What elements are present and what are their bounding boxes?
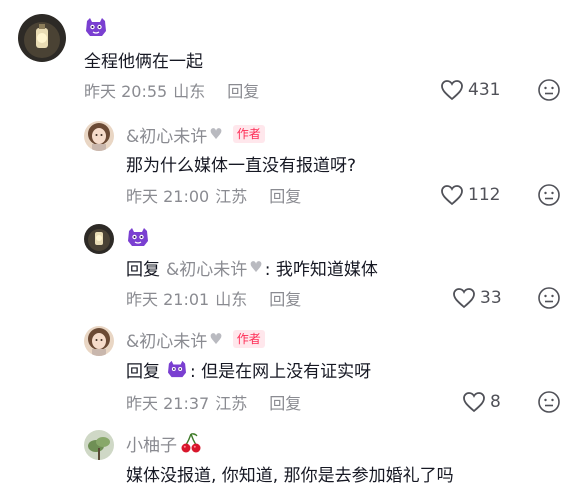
- avatar[interactable]: [84, 224, 114, 254]
- reply-body: : 我咋知道媒体: [264, 259, 378, 280]
- lamp-avatar-image: [84, 224, 114, 254]
- location: 山东: [173, 82, 206, 101]
- comment-text: 回复 : 但是在网上没有证实呀: [126, 356, 371, 382]
- reply-item: &初心未许 ♥ 作者 那为什么媒体一直没有报道呀? 昨天 21:00 江苏 回复…: [0, 115, 576, 218]
- like-button[interactable]: 33: [452, 284, 502, 312]
- timestamp: 昨天 21:37: [126, 394, 210, 413]
- heart-badge-icon: ♥: [209, 125, 223, 143]
- username-row: &初心未许 ♥ 作者: [126, 326, 265, 352]
- location: 山东: [215, 290, 248, 309]
- reply-item: 回复 &初心未许 ♥ : 我咋知道媒体 昨天 21:01 山东 回复 33: [0, 218, 576, 320]
- dislike-button[interactable]: [537, 286, 561, 310]
- author-badge: 作者: [232, 125, 265, 143]
- location: 江苏: [215, 187, 248, 206]
- author-badge: 作者: [232, 330, 265, 348]
- username[interactable]: &初心未许: [126, 327, 207, 352]
- location: 江苏: [215, 394, 248, 413]
- username[interactable]: &初心未许: [126, 122, 207, 147]
- reply-item: 小柚子 媒体没报道, 你知道, 那你是去参加婚礼了吗: [0, 422, 576, 494]
- neutral-face-icon: [538, 287, 560, 309]
- dislike-button[interactable]: [537, 183, 561, 207]
- reply-button[interactable]: 回复: [269, 286, 301, 310]
- username-row: &初心未许 ♥ 作者: [126, 121, 265, 147]
- like-count: 8: [490, 392, 501, 412]
- comment-meta: 昨天 21:37 江苏 回复: [126, 390, 301, 414]
- comment-meta: 昨天 21:01 山东 回复: [126, 286, 301, 310]
- timestamp: 昨天 20:55: [84, 82, 168, 101]
- girl-avatar-image: [84, 326, 114, 356]
- timestamp: 昨天 21:01: [126, 290, 210, 309]
- like-count: 33: [480, 288, 502, 308]
- reply-button[interactable]: 回复: [269, 183, 301, 207]
- mascot-username-icon[interactable]: [126, 227, 150, 247]
- comment-item: 全程他俩在一起 昨天 20:55 山东 回复 431: [0, 0, 576, 115]
- like-button[interactable]: 112: [440, 181, 500, 209]
- lamp-avatar-image: [18, 14, 66, 62]
- comment-meta: 昨天 20:55 山东 回复: [84, 78, 259, 102]
- heart-icon: [441, 80, 463, 101]
- timestamp: 昨天 21:00: [126, 187, 210, 206]
- like-button[interactable]: 431: [440, 76, 500, 104]
- avatar[interactable]: [84, 430, 114, 460]
- heart-icon: [463, 392, 485, 413]
- reply-prefix: 回复: [126, 361, 160, 382]
- reply-prefix: 回复: [126, 259, 160, 280]
- comment-text: 全程他俩在一起: [84, 51, 203, 72]
- reply-button[interactable]: 回复: [269, 390, 301, 414]
- dislike-button[interactable]: [537, 78, 561, 102]
- reply-button[interactable]: 回复: [227, 78, 259, 102]
- username-row: 小柚子: [126, 430, 201, 456]
- username-row: [126, 224, 150, 250]
- avatar[interactable]: [18, 14, 66, 62]
- mascot-reply-target-icon[interactable]: [166, 360, 188, 378]
- neutral-face-icon: [538, 79, 560, 101]
- heart-badge-icon: ♥: [249, 258, 263, 276]
- comment-text: 回复 &初心未许 ♥ : 我咋知道媒体: [126, 254, 378, 280]
- username-row: [84, 14, 108, 40]
- reply-target-username[interactable]: &初心未许: [166, 255, 247, 280]
- avatar[interactable]: [84, 326, 114, 356]
- heart-icon: [441, 185, 463, 206]
- reply-item: &初心未许 ♥ 作者 回复 : 但是在网上没有证实呀 昨天 21:37 江苏 回…: [0, 320, 576, 422]
- heart-badge-icon: ♥: [209, 330, 223, 348]
- cherry-icon: [181, 432, 201, 454]
- plant-avatar-image: [84, 430, 114, 460]
- comment-text: 那为什么媒体一直没有报道呀?: [126, 155, 357, 176]
- comment-meta: 昨天 21:00 江苏 回复: [126, 183, 301, 207]
- like-count: 112: [468, 185, 501, 205]
- heart-icon: [453, 288, 475, 309]
- girl-avatar-image: [84, 121, 114, 151]
- like-count: 431: [468, 80, 501, 100]
- neutral-face-icon: [538, 391, 560, 413]
- comment-text: 媒体没报道, 你知道, 那你是去参加婚礼了吗: [126, 465, 454, 486]
- mascot-username-icon[interactable]: [84, 17, 108, 37]
- avatar[interactable]: [84, 121, 114, 151]
- dislike-button[interactable]: [537, 390, 561, 414]
- neutral-face-icon: [538, 184, 560, 206]
- like-button[interactable]: 8: [462, 388, 501, 416]
- reply-body: : 但是在网上没有证实呀: [190, 361, 372, 382]
- username[interactable]: 小柚子: [126, 431, 177, 456]
